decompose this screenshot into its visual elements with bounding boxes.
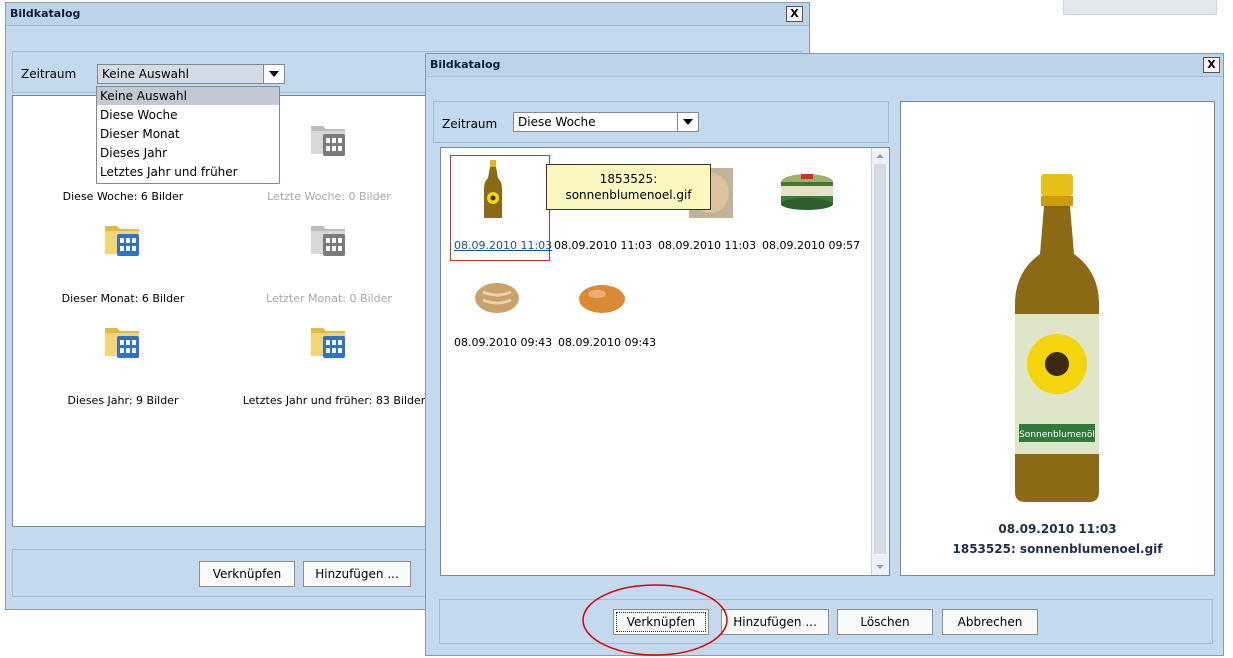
- back-add-button[interactable]: Hinzufügen ...: [303, 561, 411, 587]
- back-window-title: Bildkatalog: [10, 7, 81, 20]
- front-filter-panel: Zeitraum Diese Woche: [433, 101, 889, 143]
- tooltip-line-2: sonnenblumenoel.gif: [565, 188, 692, 202]
- front-cancel-button[interactable]: Abbrechen: [942, 609, 1038, 635]
- back-window-close-button[interactable]: X: [786, 6, 803, 22]
- back-link-button[interactable]: Verknüpfen: [199, 561, 295, 587]
- preview-pane: Sonnenblumenöl 08.09.2010 11:03 1853525:…: [900, 101, 1215, 576]
- scrollbar-thumb[interactable]: [874, 164, 886, 554]
- front-window-titlebar: Bildkatalog X: [426, 54, 1223, 77]
- chevron-down-icon[interactable]: [677, 113, 698, 131]
- thumbnail-tooltip: 1853525: sonnenblumenoel.gif: [546, 164, 711, 210]
- front-delete-button[interactable]: Löschen: [837, 609, 933, 635]
- chevron-down-icon[interactable]: [263, 65, 284, 83]
- back-combo-value: Keine Auswahl: [102, 67, 189, 81]
- scroll-up-arrow-icon[interactable]: [876, 154, 884, 158]
- dropdown-option[interactable]: Dieser Monat: [97, 125, 279, 143]
- thumbnail-caption[interactable]: 08.09.2010 09:57: [762, 239, 860, 252]
- close-icon: X: [790, 7, 799, 20]
- front-combo-value: Diese Woche: [518, 115, 596, 129]
- dropdown-option[interactable]: Keine Auswahl: [97, 87, 279, 105]
- thumbnail-caption[interactable]: 08.09.2010 09:43: [454, 336, 552, 349]
- background-panel-fragment: [1063, 0, 1217, 15]
- front-zeitraum-combo[interactable]: Diese Woche: [513, 112, 699, 132]
- highlight-circle-annotation: [582, 584, 728, 656]
- preview-file-name: 1853525: sonnenblumenoel.gif: [952, 542, 1163, 556]
- back-zeitraum-dropdown-list: Keine Auswahl Diese Woche Dieser Monat D…: [96, 86, 280, 184]
- bottle-label-text: Sonnenblumenöl: [1019, 430, 1095, 440]
- folder-caption: Letztes Jahr und früher: 83 Bilder: [242, 394, 426, 407]
- folder-icon-disabled[interactable]: [309, 220, 349, 258]
- folder-icon[interactable]: [309, 322, 349, 360]
- preview-date: 08.09.2010 11:03: [998, 522, 1117, 536]
- folder-caption: Letzte Woche: 0 Bilder: [267, 190, 391, 203]
- oil-bottle-thumbnail[interactable]: [481, 160, 505, 220]
- bun-thumbnail[interactable]: [577, 282, 627, 316]
- back-zeitraum-combo[interactable]: Keine Auswahl: [97, 64, 285, 84]
- front-add-button[interactable]: Hinzufügen ...: [721, 609, 829, 635]
- vertical-scrollbar[interactable]: [871, 148, 889, 575]
- front-window: Bildkatalog X Zeitraum Diese Woche 08.09…: [425, 53, 1224, 656]
- folder-caption: Dieses Jahr: 9 Bilder: [67, 394, 179, 407]
- thumbnail-caption[interactable]: 08.09.2010 11:03: [658, 239, 756, 252]
- can-thumbnail[interactable]: [779, 172, 835, 212]
- dropdown-option[interactable]: Letztes Jahr und früher: [97, 163, 279, 181]
- oil-bottle-preview-image: Sonnenblumenöl: [1015, 174, 1099, 502]
- scroll-down-arrow-icon[interactable]: [876, 565, 884, 569]
- front-thumbnail-area: 08.09.2010 11:03 08.09.2010 11:03 08.09.…: [440, 147, 890, 576]
- folder-icon[interactable]: [103, 220, 143, 258]
- folder-icon-disabled[interactable]: [309, 120, 349, 158]
- folder-caption: Diese Woche: 6 Bilder: [62, 190, 184, 203]
- folder-caption: Letzter Monat: 0 Bilder: [266, 292, 392, 305]
- roll-thumbnail[interactable]: [473, 280, 521, 316]
- tooltip-line-1: 1853525:: [599, 172, 658, 186]
- folder-caption: Dieser Monat: 6 Bilder: [61, 292, 185, 305]
- dropdown-option[interactable]: Dieses Jahr: [97, 144, 279, 162]
- thumbnail-caption[interactable]: 08.09.2010 11:03: [554, 239, 652, 252]
- folder-icon[interactable]: [103, 322, 143, 360]
- front-button-panel: Verknüpfen Hinzufügen ... Löschen Abbrec…: [439, 599, 1213, 644]
- front-zeitraum-label: Zeitraum: [442, 117, 498, 131]
- front-window-close-button[interactable]: X: [1203, 57, 1220, 73]
- thumbnail-caption[interactable]: 08.09.2010 11:03: [454, 239, 552, 252]
- back-zeitraum-label: Zeitraum: [21, 67, 77, 81]
- dropdown-option[interactable]: Diese Woche: [97, 106, 279, 124]
- back-window-titlebar: Bildkatalog X: [6, 3, 809, 26]
- thumbnail-caption[interactable]: 08.09.2010 09:43: [558, 336, 656, 349]
- close-icon: X: [1207, 58, 1216, 71]
- front-window-title: Bildkatalog: [430, 58, 501, 71]
